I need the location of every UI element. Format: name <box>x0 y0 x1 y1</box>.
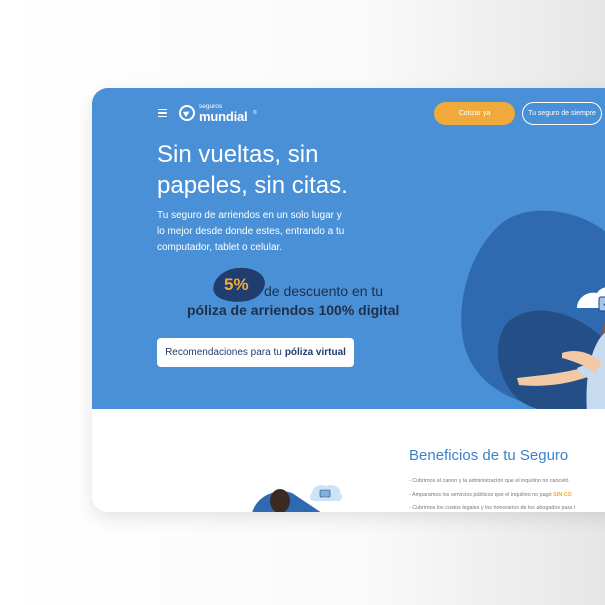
benefit-text: - Amparamos los servicios públicos que e… <box>409 491 552 498</box>
subtext-line-1: Tu seguro de arriendos en un solo lugar … <box>157 210 342 221</box>
hero-illustration <box>461 210 605 409</box>
recomendaciones-button[interactable]: Recomendaciones para tu póliza virtual <box>157 338 354 367</box>
discount-text: de descuento en tu <box>264 283 384 299</box>
list-item: - Cubrimos los costos legales y los hono… <box>409 505 575 511</box>
subtext-line-3: computador, tablet o celular. <box>157 242 283 253</box>
headline-line-2: papeles, sin citas. <box>157 172 348 199</box>
browser-frame: seguros mundial ® Cotizar ya Tu seguro d… <box>92 88 605 512</box>
discount-percentage: 5% <box>224 275 249 294</box>
cotizar-button[interactable]: Cotizar ya <box>434 102 515 125</box>
benefit-highlight: SIN CO <box>553 491 572 498</box>
list-item: - Cubrimos el canon y la administración … <box>409 478 570 484</box>
hamburger-menu-icon[interactable] <box>158 109 167 117</box>
logo-big-text: mundial <box>199 109 248 124</box>
rec-button-label: Recomendaciones para tu <box>165 347 282 358</box>
subtext-line-2: lo mejor desde donde estes, entrando a t… <box>157 226 345 237</box>
hero-section: seguros mundial ® Cotizar ya Tu seguro d… <box>92 88 605 409</box>
seguros-mundial-logo[interactable]: seguros mundial ® <box>179 103 259 125</box>
logo-registered-mark: ® <box>253 110 257 116</box>
bottom-illustration <box>252 484 343 512</box>
list-item: - Amparamos los servicios públicos que e… <box>409 489 605 503</box>
benefits-title: Beneficios de tu Seguro <box>409 447 569 464</box>
hero-subtext: Tu seguro de arriendos en un solo lugar … <box>157 208 367 256</box>
logo-mark-icon <box>179 105 195 121</box>
rec-button-bold: póliza virtual <box>284 347 346 358</box>
headline-line-1: Sin vueltas, sin <box>157 141 319 168</box>
discount-policy-text: póliza de arriendos 100% digital <box>187 302 400 318</box>
benefits-list: - Cubrimos el canon y la administración … <box>409 475 605 512</box>
hero-headline: Sin vueltas, sin papeles, sin citas. <box>157 139 407 201</box>
screenshot-stage: seguros mundial ® Cotizar ya Tu seguro d… <box>0 0 605 605</box>
tu-seguro-button[interactable]: Tu seguro de siempre <box>522 102 602 125</box>
